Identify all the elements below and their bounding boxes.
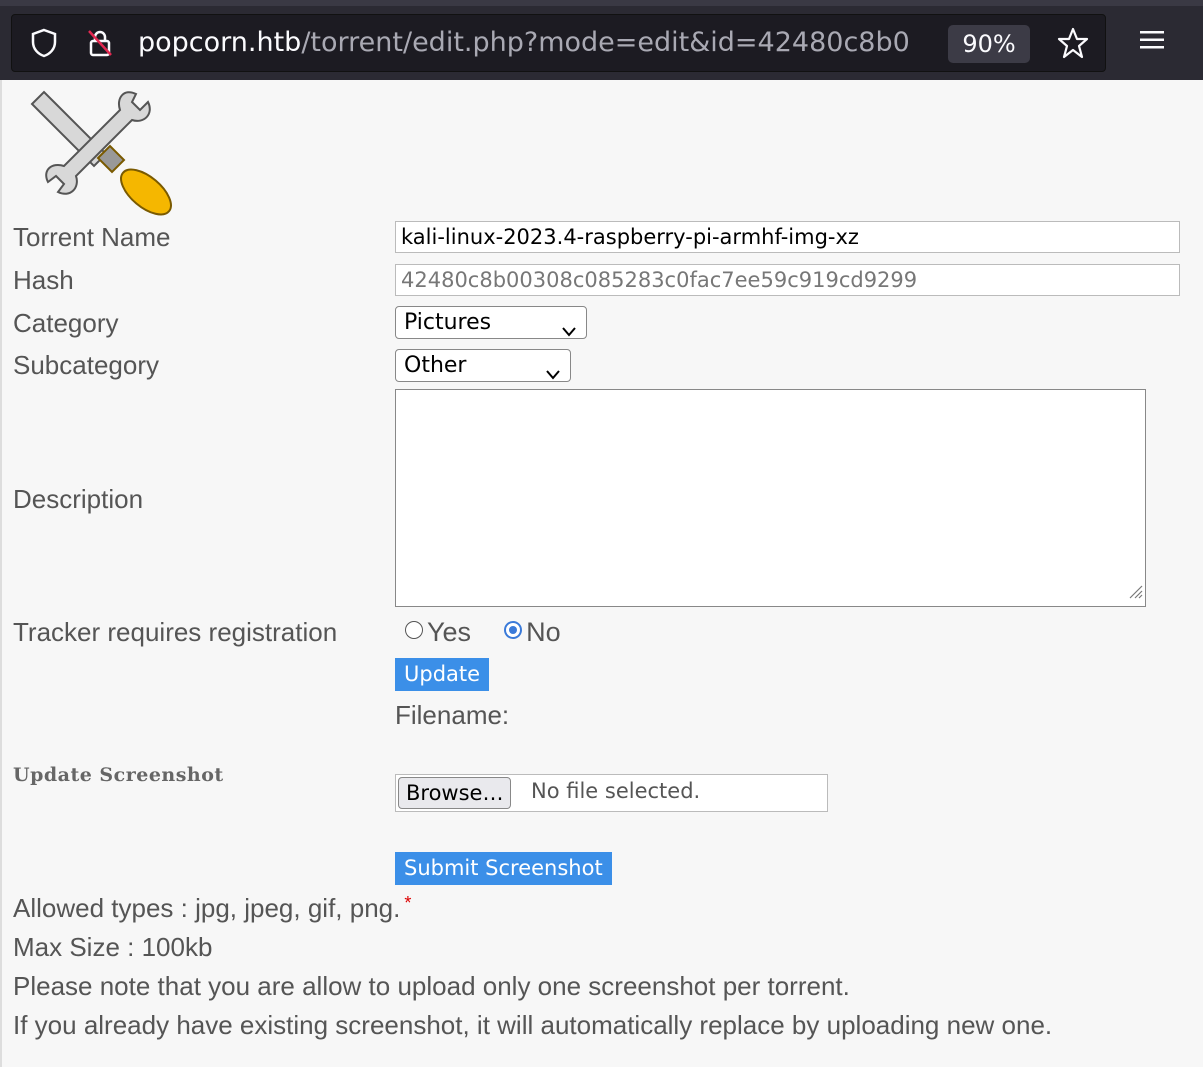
required-mark: * <box>404 893 412 913</box>
no-file-text: No file selected. <box>531 779 701 803</box>
category-label: Category <box>13 308 119 338</box>
filename-label: Filename: <box>395 700 510 730</box>
subcategory-selected: Other <box>404 353 467 378</box>
shield-icon[interactable] <box>28 27 60 64</box>
zoom-level-button[interactable]: 90% <box>948 25 1030 63</box>
bookmark-star-icon[interactable] <box>1056 26 1090 65</box>
category-selected: Pictures <box>404 310 492 335</box>
tracker-radio-group: Yes No <box>405 617 561 648</box>
insecure-lock-icon[interactable] <box>84 27 116 64</box>
browse-button[interactable]: Browse… <box>398 777 512 809</box>
chevron-down-icon <box>562 317 576 344</box>
resize-grip-icon[interactable] <box>1125 581 1143 604</box>
allowed-types-text: Allowed types : jpg, jpeg, gif, png. * <box>13 893 411 924</box>
radio-yes-label: Yes <box>427 617 472 647</box>
submit-screenshot-button[interactable]: Submit Screenshot <box>395 852 612 885</box>
radio-no-label: No <box>526 617 561 647</box>
torrent-name-label: Torrent Name <box>13 222 171 252</box>
note-one-screenshot: Please note that you are allow to upload… <box>13 971 850 1001</box>
note-replace-screenshot: If you already have existing screenshot,… <box>13 1010 1053 1040</box>
hamburger-menu-icon[interactable] <box>1138 28 1166 57</box>
screenshot-file-input[interactable]: Browse… No file selected. <box>395 774 828 812</box>
radio-yes[interactable] <box>405 621 423 639</box>
subcategory-select[interactable]: Other <box>395 349 571 382</box>
subcategory-label: Subcategory <box>13 350 159 380</box>
description-label: Description <box>13 484 144 514</box>
url-host: popcorn.htb <box>138 27 302 58</box>
url-path: /torrent/edit.php?mode=edit&id=42480c8b0 <box>301 27 910 58</box>
tracker-label: Tracker requires registration <box>13 617 338 647</box>
allowed-types: Allowed types : jpg, jpeg, gif, png. <box>13 893 401 923</box>
torrent-name-input[interactable]: kali-linux-2023.4-raspberry-pi-armhf-img… <box>395 221 1180 253</box>
update-button[interactable]: Update <box>395 658 490 691</box>
update-screenshot-label: Update Screenshot <box>13 764 224 786</box>
hash-input[interactable]: 42480c8b00308c085283c0fac7ee59c919cd9299 <box>395 264 1180 296</box>
max-size-text: Max Size : 100kb <box>13 932 213 962</box>
radio-no[interactable] <box>504 621 523 639</box>
url-text[interactable]: popcorn.htb/torrent/edit.php?mode=edit&i… <box>138 27 938 58</box>
category-select[interactable]: Pictures <box>395 306 587 339</box>
browser-toolbar: popcorn.htb/torrent/edit.php?mode=edit&i… <box>0 0 1203 80</box>
description-textarea[interactable] <box>395 389 1146 607</box>
tools-icon <box>24 84 184 223</box>
page-content: Torrent Name kali-linux-2023.4-raspberry… <box>0 80 1203 1067</box>
url-bar[interactable]: popcorn.htb/torrent/edit.php?mode=edit&i… <box>11 14 1106 72</box>
hash-label: Hash <box>13 265 74 295</box>
chevron-down-icon <box>546 360 560 387</box>
